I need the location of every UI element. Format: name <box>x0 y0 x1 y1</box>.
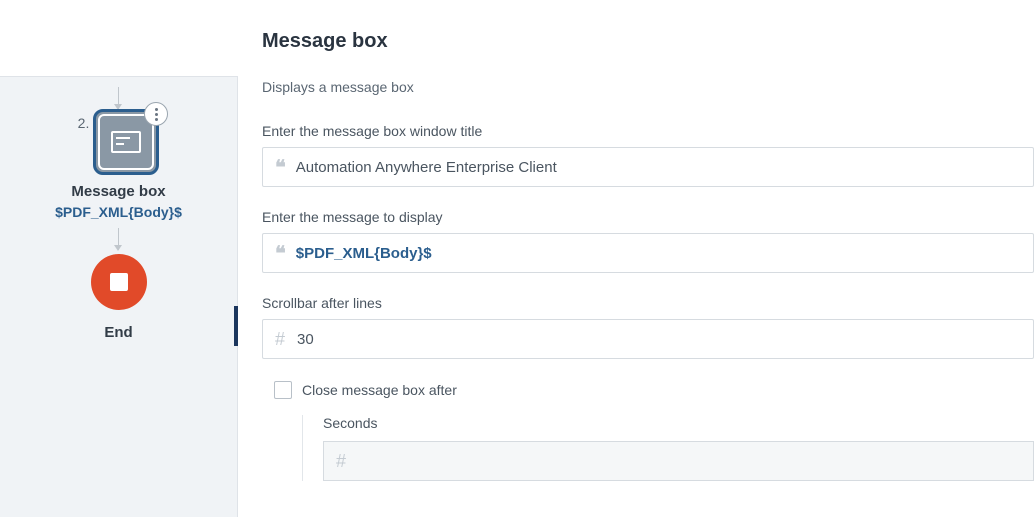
message-box-node[interactable] <box>93 109 159 175</box>
node-variable: $PDF_XML{Body}$ <box>55 204 182 220</box>
node-menu-button[interactable] <box>144 102 168 126</box>
string-icon: ❝ <box>275 241 284 266</box>
panel-description: Displays a message box <box>262 79 1034 95</box>
stop-icon <box>110 273 128 291</box>
end-label: End <box>104 324 132 341</box>
scrollbar-input[interactable]: # 30 <box>262 319 1034 359</box>
scrollbar-label: Scrollbar after lines <box>262 295 1034 311</box>
number-icon: # <box>336 451 346 472</box>
message-box-icon <box>111 131 141 153</box>
seconds-label: Seconds <box>303 415 1034 431</box>
flow-arrow <box>118 87 119 109</box>
node-index: 2. <box>78 115 90 131</box>
close-after-label: Close message box after <box>302 382 457 398</box>
seconds-input[interactable]: # <box>323 441 1034 481</box>
window-title-label: Enter the message box window title <box>262 123 1034 139</box>
flow-canvas: 2. Message box $PDF_XML{Body}$ End <box>0 76 238 517</box>
properties-panel: Message box Displays a message box Enter… <box>238 0 1034 517</box>
number-icon: # <box>275 329 285 350</box>
window-title-input[interactable]: ❝ Automation Anywhere Enterprise Client <box>262 147 1034 187</box>
end-node[interactable] <box>91 254 147 310</box>
window-title-value: Automation Anywhere Enterprise Client <box>296 159 1021 176</box>
message-label: Enter the message to display <box>262 209 1034 225</box>
close-after-checkbox[interactable] <box>274 381 292 399</box>
scrollbar-value: 30 <box>297 331 1021 348</box>
panel-title: Message box <box>262 30 1034 53</box>
message-value: $PDF_XML{Body}$ <box>296 245 432 262</box>
node-title: Message box <box>71 183 165 200</box>
message-input[interactable]: ❝ $PDF_XML{Body}$ <box>262 233 1034 273</box>
string-icon: ❝ <box>275 155 284 180</box>
flow-arrow <box>118 228 119 250</box>
panel-indicator <box>234 306 238 346</box>
